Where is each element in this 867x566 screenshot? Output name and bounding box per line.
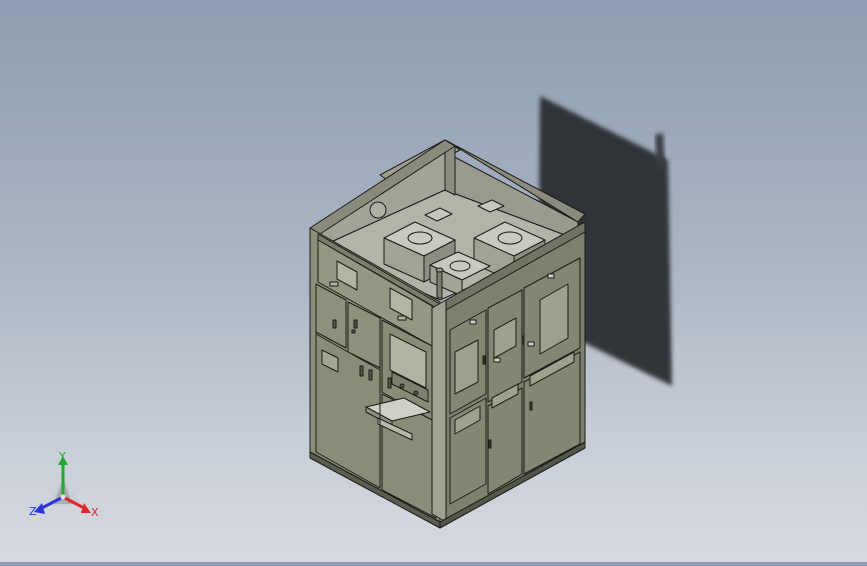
antenna-post (436, 269, 443, 299)
view-triad[interactable]: Y X Z (29, 450, 99, 519)
cad-viewport[interactable]: Y X Z (0, 0, 867, 562)
x-axis-label: X (91, 506, 99, 519)
cable-hole-icon (369, 201, 387, 219)
corner-post (431, 299, 447, 523)
y-axis-label: Y (58, 450, 66, 463)
switchgear-cabinet[interactable] (309, 139, 586, 529)
z-axis-label: Z (29, 505, 37, 518)
model-canvas[interactable]: Y X Z (0, 0, 867, 562)
